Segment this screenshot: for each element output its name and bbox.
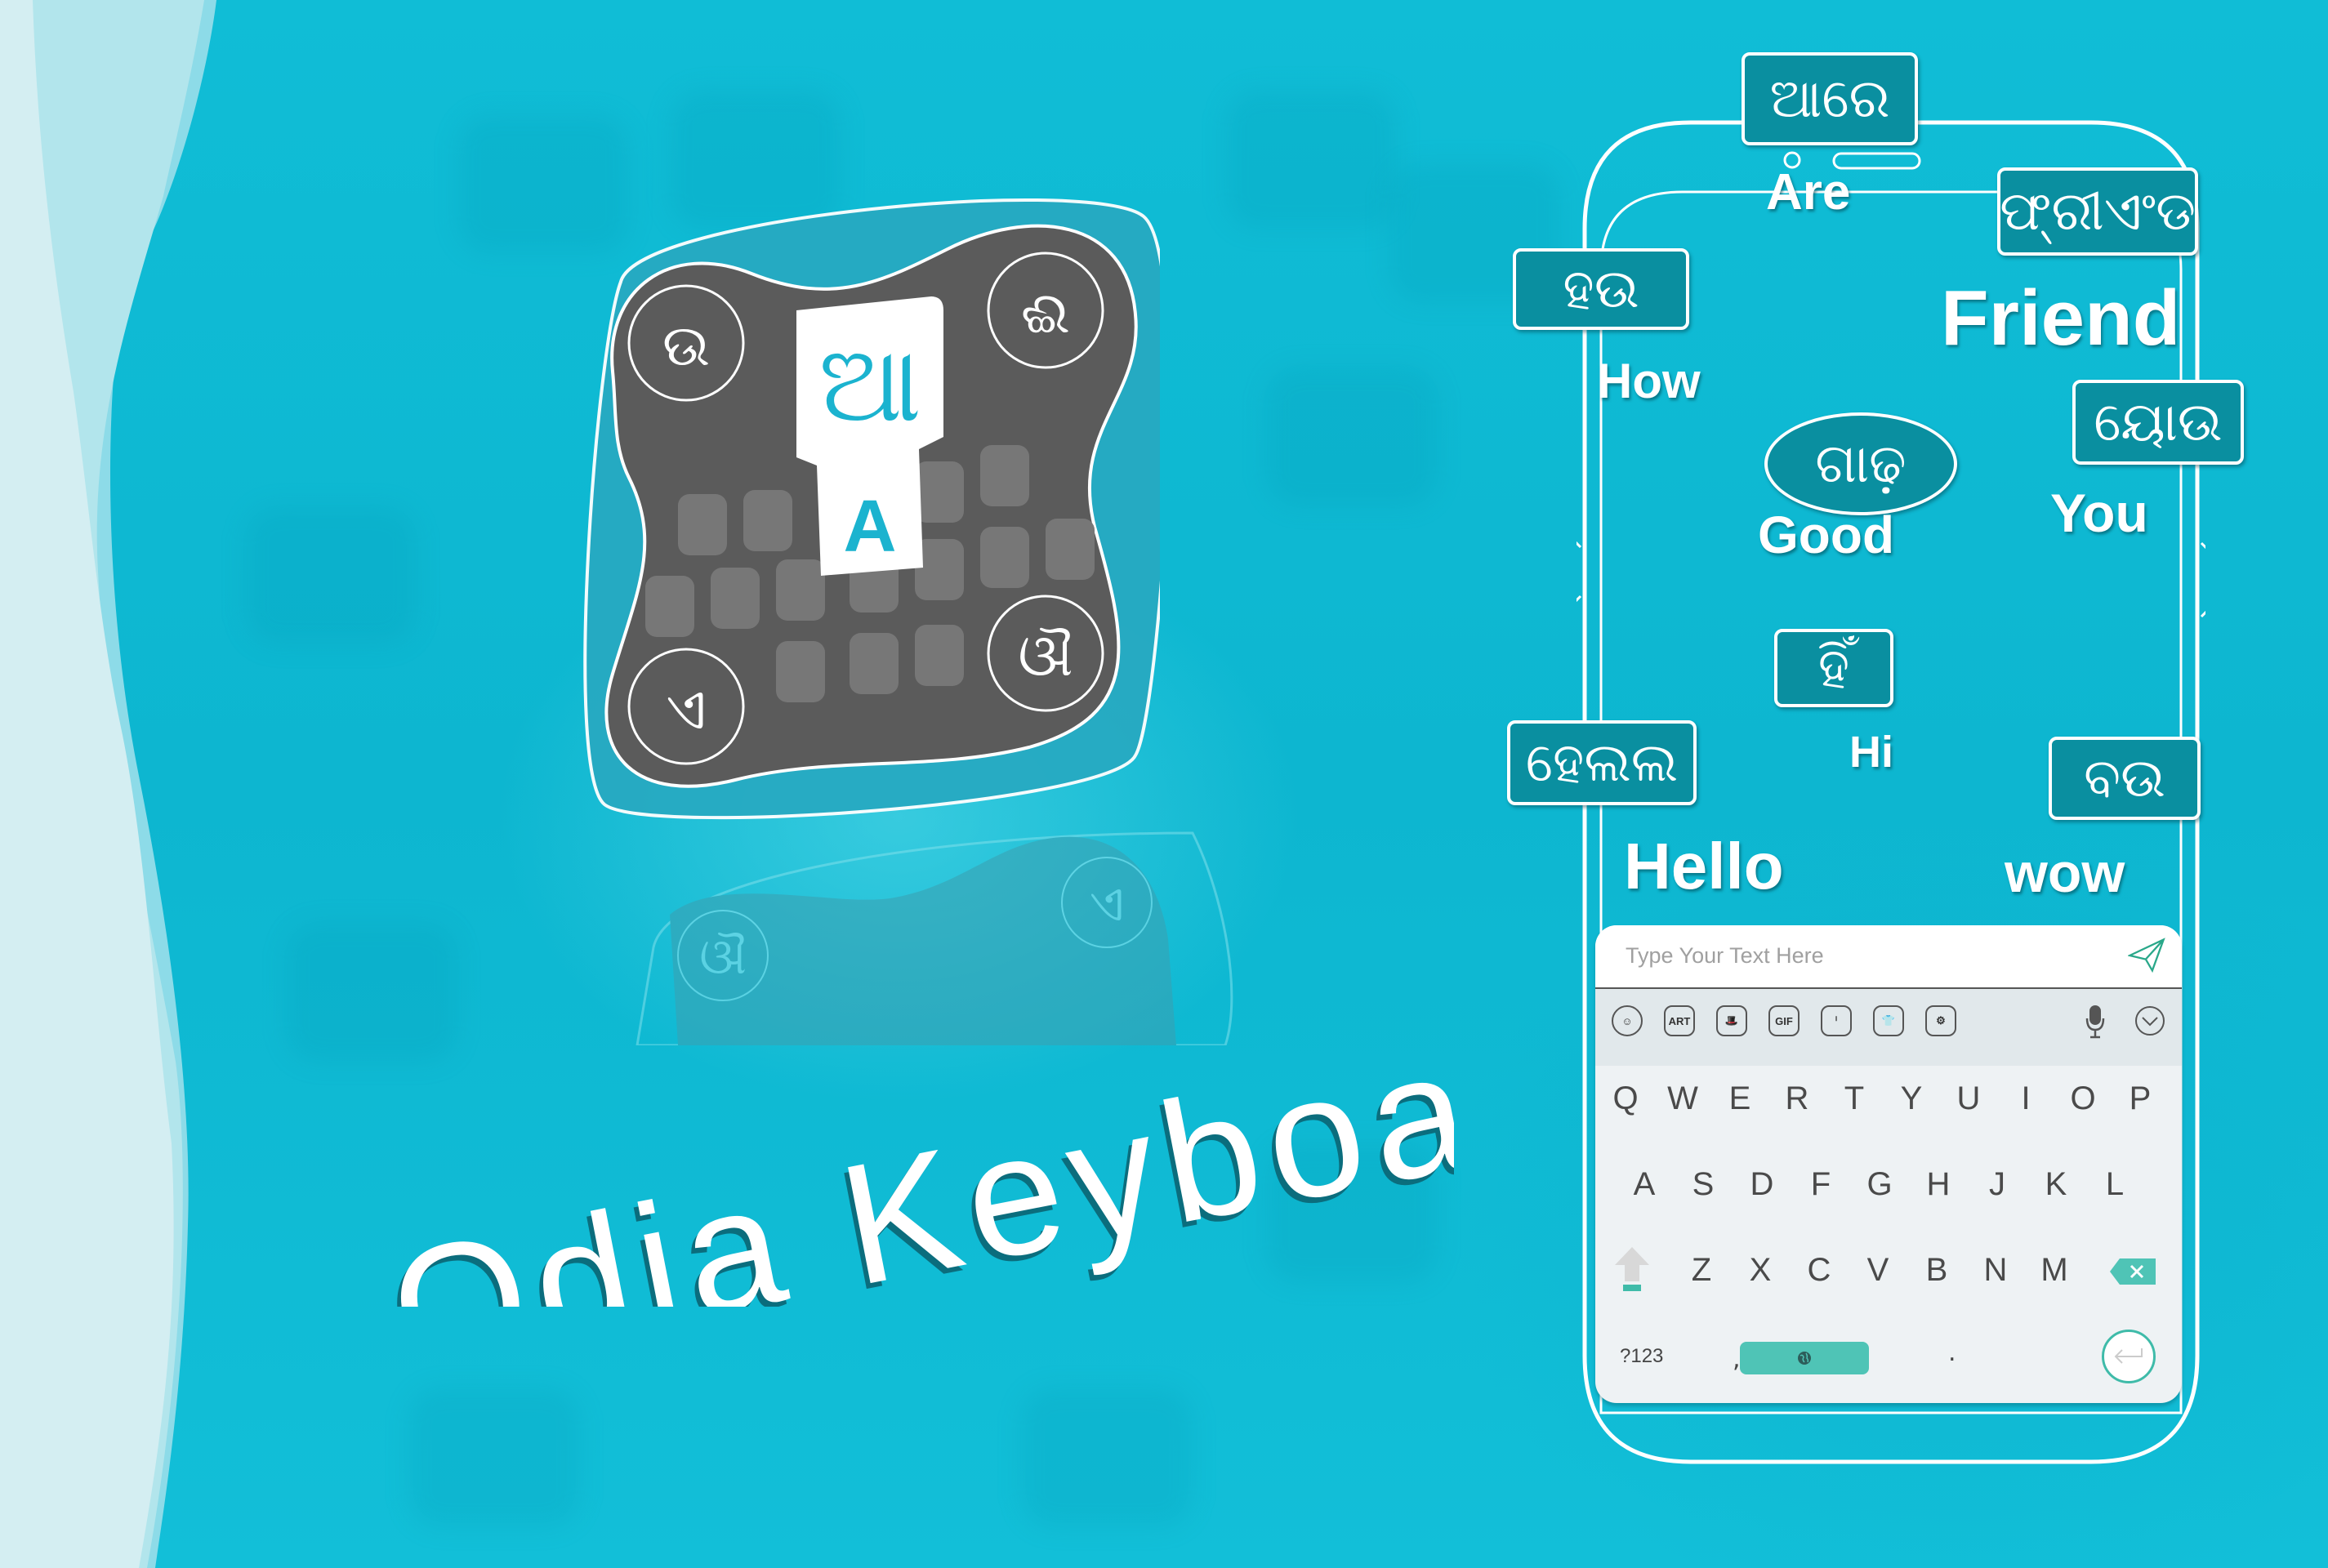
title-text: Odia Keyboard — [377, 1045, 1454, 1307]
bubble-english-word: Are — [1766, 164, 1851, 220]
key[interactable]: U — [1948, 1080, 1989, 1117]
keyboard-panel: Type Your Text Here ☺ ART 🎩 GIF ⁱ 👕 ⚙ Q … — [1595, 925, 2182, 1403]
key[interactable]: D — [1742, 1166, 1782, 1203]
key[interactable]: Y — [1891, 1080, 1932, 1117]
key[interactable]: B — [1916, 1252, 1957, 1289]
bubble-english-word: Hi — [1849, 728, 1893, 777]
input-placeholder: Type Your Text Here — [1626, 943, 1824, 968]
bg-blurred-key — [1021, 1388, 1193, 1527]
reflection-glyph: ଔ — [699, 929, 747, 986]
key[interactable]: W — [1662, 1080, 1703, 1117]
bubble-english-word: Good — [1758, 506, 1895, 564]
bubble-odia-text: ବଉ — [2049, 737, 2201, 820]
bubble-odia-text: ହଉ — [1513, 248, 1689, 330]
return-arrow-icon — [2114, 1348, 2143, 1364]
corner-glyph: ଉ — [662, 312, 710, 379]
period-key[interactable]: . — [1948, 1339, 1956, 1367]
space-key[interactable] — [1740, 1342, 1869, 1374]
key[interactable]: X — [1740, 1252, 1781, 1289]
key[interactable]: E — [1719, 1080, 1760, 1117]
bubble-english-word: Hello — [1624, 830, 1784, 902]
key-row-2: A S D F G H J K L — [1595, 1166, 2182, 1215]
key[interactable]: K — [2036, 1166, 2076, 1203]
bubble-odia-text: ହେଲଲ — [1507, 720, 1697, 805]
key[interactable]: R — [1777, 1080, 1817, 1117]
app-icon-reflection: ଔ ଏ — [636, 831, 1233, 1045]
key[interactable]: F — [1800, 1166, 1841, 1203]
page-title: Odia Keyboard Odia Keyboard — [372, 1045, 1454, 1307]
smiley-icon[interactable]: ☺ — [1612, 1005, 1643, 1036]
key[interactable]: T — [1834, 1080, 1875, 1117]
key-row-1: Q W E R T Y U I O P — [1595, 1080, 2182, 1129]
key[interactable]: N — [1975, 1252, 2016, 1289]
bubble-english-word: wow — [2005, 842, 2125, 904]
shirt-icon[interactable]: 👕 — [1873, 1005, 1904, 1036]
bubble-odia-text: ୟୋଉ — [2072, 380, 2244, 465]
paper-plane-icon[interactable] — [2128, 937, 2165, 974]
app-icon: ଆ A ଉ ଈ ଏ ଔ — [583, 198, 1160, 820]
key-row-3: Z X C V B N M — [1595, 1252, 2182, 1301]
bubble-odia-text: ଫ୍ରୀଏଂଡ — [1997, 167, 2198, 256]
key[interactable]: O — [2063, 1080, 2103, 1117]
key[interactable]: C — [1799, 1252, 1840, 1289]
key[interactable]: J — [1977, 1166, 2018, 1203]
key[interactable]: Q — [1605, 1080, 1646, 1117]
corner-glyph: ଔ — [1018, 622, 1073, 689]
key[interactable]: M — [2034, 1252, 2075, 1289]
text-input[interactable]: Type Your Text Here — [1595, 925, 2182, 989]
key[interactable]: Z — [1681, 1252, 1722, 1289]
key[interactable]: P — [2120, 1080, 2161, 1117]
bg-blurred-key — [408, 1388, 580, 1527]
key[interactable]: L — [2094, 1166, 2135, 1203]
microphone-icon[interactable] — [2085, 1004, 2105, 1040]
symbols-key[interactable]: ?123 — [1620, 1345, 1663, 1368]
backspace-icon[interactable] — [2110, 1258, 2156, 1285]
gif-icon[interactable]: GIF — [1768, 1005, 1800, 1036]
key[interactable]: S — [1683, 1166, 1724, 1203]
key[interactable]: H — [1918, 1166, 1959, 1203]
bubble-english-word: You — [2050, 483, 2148, 543]
key[interactable]: A — [1624, 1166, 1665, 1203]
chevron-down-icon[interactable] — [2134, 1005, 2165, 1036]
key[interactable]: V — [1857, 1252, 1898, 1289]
keyboard-toolbar: ☺ ART 🎩 GIF ⁱ 👕 ⚙ — [1595, 989, 2182, 1066]
face-icon[interactable]: ⁱ — [1821, 1005, 1852, 1036]
bubble-odia-text: ଆରେ — [1742, 52, 1918, 145]
enter-key[interactable] — [2102, 1330, 2156, 1383]
bubble-english-word: Friend — [1941, 274, 2181, 362]
reflection-glyph: ଏ — [1090, 875, 1124, 933]
key[interactable]: I — [2005, 1080, 2046, 1117]
bubble-odia-text: ଗାଢ଼ — [1764, 412, 1957, 515]
decorative-wave — [0, 0, 216, 1568]
center-key-odia: ଆ — [818, 322, 921, 446]
hat-mustache-icon[interactable]: 🎩 — [1716, 1005, 1747, 1036]
gear-icon[interactable]: ⚙ — [1925, 1005, 1956, 1036]
bubble-english-word: How — [1597, 354, 1701, 408]
art-icon[interactable]: ART — [1664, 1005, 1695, 1036]
key[interactable]: G — [1859, 1166, 1900, 1203]
center-key-latin: A — [844, 486, 897, 568]
bubble-odia-text: ହିଁ — [1774, 629, 1893, 707]
corner-glyph: ଈ — [1021, 279, 1070, 346]
bg-blurred-key — [1266, 368, 1438, 506]
bg-blurred-key — [1225, 90, 1397, 229]
corner-glyph: ଏ — [666, 675, 706, 742]
globe-icon — [1798, 1352, 1811, 1365]
